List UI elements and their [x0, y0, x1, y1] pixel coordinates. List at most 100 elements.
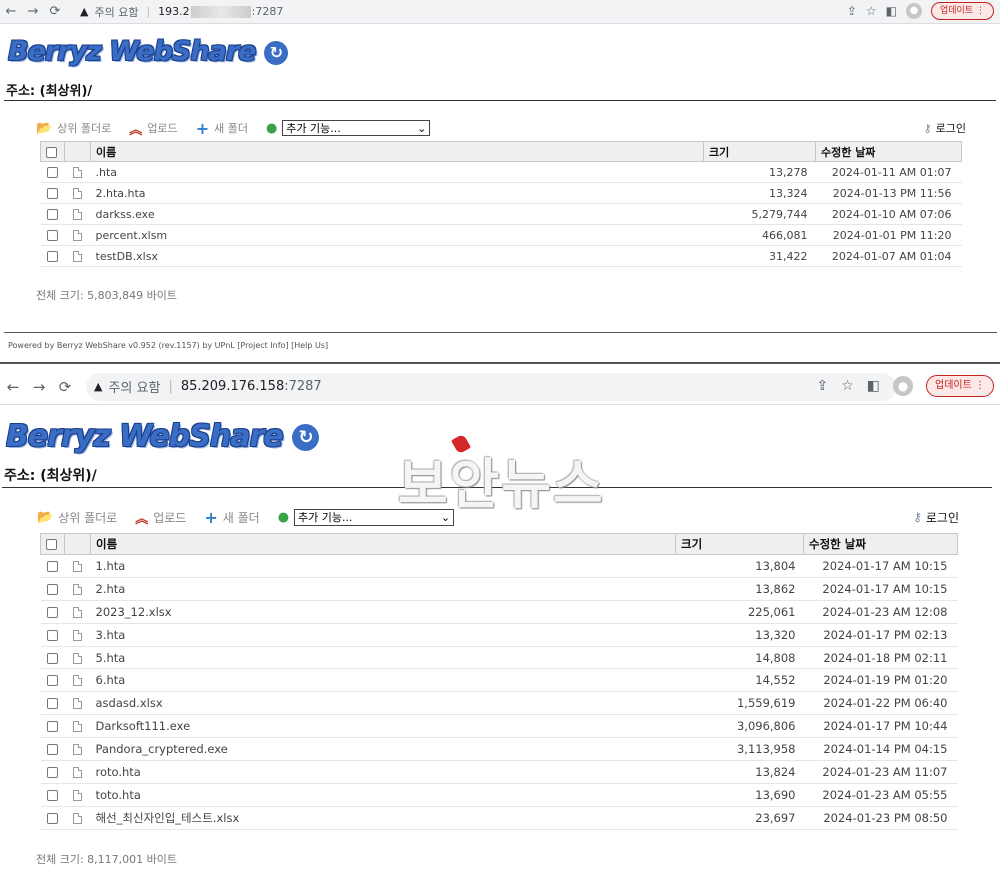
- upload-button[interactable]: ︽ 업로드: [129, 119, 177, 138]
- row-checkbox[interactable]: [47, 560, 58, 572]
- table-row[interactable]: .hta 13,278 2024-01-11 AM 01:07: [40, 161, 962, 183]
- new-folder-button[interactable]: + 새 폴더: [196, 119, 248, 138]
- warning-triangle-icon[interactable]: ▲: [80, 5, 88, 18]
- table-row[interactable]: 6.hta 14,552 2024-01-19 PM 01:20: [40, 668, 958, 693]
- file-icon-cell: [64, 714, 91, 739]
- row-checkbox[interactable]: [47, 606, 58, 618]
- row-checkbox[interactable]: [47, 789, 58, 801]
- file-name[interactable]: 1.hta: [90, 554, 676, 578]
- table-row[interactable]: 5.hta 14,808 2024-01-18 PM 02:11: [40, 646, 958, 670]
- select-all-checkbox[interactable]: [46, 539, 57, 550]
- name-column-header[interactable]: 이름: [90, 141, 704, 162]
- date-column-header[interactable]: 수정한 날짜: [815, 141, 962, 162]
- file-name[interactable]: 2.hta: [90, 577, 676, 601]
- table-row[interactable]: Darksoft111.exe 3,096,806 2024-01-17 PM 10…: [40, 714, 958, 739]
- side-panel-icon[interactable]: ◧: [867, 378, 880, 394]
- file-name[interactable]: Darksoft111.exe: [90, 714, 676, 739]
- row-checkbox[interactable]: [47, 188, 58, 199]
- size-column-header[interactable]: 크기: [675, 533, 804, 555]
- row-checkbox[interactable]: [47, 167, 58, 178]
- file-name[interactable]: 2.hta.hta: [90, 182, 704, 204]
- file-name[interactable]: 3.hta: [90, 623, 676, 647]
- reload-button[interactable]: ⟳: [44, 4, 66, 19]
- table-row[interactable]: 해선_최신자인입_테스트.xlsx 23,697 2024-01-23 PM 08:…: [40, 806, 958, 830]
- parent-folder-button[interactable]: 📂 상위 폴더로: [37, 509, 117, 526]
- file-size: 13,804: [675, 554, 804, 578]
- update-button[interactable]: 업데이트 ⋮: [926, 375, 994, 397]
- row-checkbox[interactable]: [47, 652, 58, 664]
- file-name[interactable]: Pandora_cryptered.exe: [90, 737, 676, 762]
- warning-triangle-icon[interactable]: ▲: [94, 380, 102, 393]
- table-row[interactable]: toto.hta 13,690 2024-01-23 AM 05:55: [40, 783, 958, 807]
- address-bar[interactable]: ▲ 주의 요함 | 85.209.176.158 :7287: [86, 372, 896, 401]
- profile-avatar-icon[interactable]: ●: [906, 3, 922, 19]
- size-column-header[interactable]: 크기: [703, 141, 816, 162]
- login-button[interactable]: ⚷ 로그인: [913, 509, 959, 526]
- table-row[interactable]: 2.hta 13,862 2024-01-17 AM 10:15: [40, 577, 958, 601]
- row-checkbox[interactable]: [47, 230, 58, 241]
- file-name[interactable]: asdasd.xlsx: [90, 691, 676, 716]
- share-icon[interactable]: ⇪: [847, 4, 857, 18]
- share-icon[interactable]: ⇪: [816, 378, 828, 394]
- table-row[interactable]: 1.hta 13,804 2024-01-17 AM 10:15: [40, 554, 958, 578]
- bookmark-star-icon[interactable]: ☆: [866, 4, 877, 18]
- file-name[interactable]: 해선_최신자인입_테스트.xlsx: [90, 806, 676, 830]
- more-features-select[interactable]: 추가 기능... ⌄: [282, 120, 431, 136]
- table-row[interactable]: percent.xlsm 466,081 2024-01-01 PM 11:20: [40, 224, 962, 246]
- folder-up-icon: 📂: [36, 120, 53, 136]
- file-name[interactable]: darkss.exe: [90, 203, 704, 225]
- back-button[interactable]: ←: [0, 4, 22, 19]
- date-column-header[interactable]: 수정한 날짜: [803, 533, 958, 555]
- footer-divider: [4, 332, 997, 333]
- table-row[interactable]: 3.hta 13,320 2024-01-17 PM 02:13: [40, 623, 958, 647]
- address-bar[interactable]: ▲ 주의 요함 | 193.2 :7287: [74, 1, 874, 22]
- forward-button[interactable]: →: [22, 4, 44, 19]
- file-name[interactable]: .hta: [90, 161, 704, 183]
- row-checkbox[interactable]: [47, 744, 58, 756]
- file-name[interactable]: 5.hta: [90, 646, 676, 670]
- table-row[interactable]: 2.hta.hta 13,324 2024-01-13 PM 11:56: [40, 182, 962, 204]
- row-checkbox[interactable]: [47, 629, 58, 641]
- row-checkbox[interactable]: [47, 675, 58, 687]
- back-button[interactable]: ←: [0, 378, 26, 396]
- file-icon: [73, 812, 82, 824]
- table-row[interactable]: asdasd.xlsx 1,559,619 2024-01-22 PM 06:40: [40, 691, 958, 716]
- file-size: 5,279,744: [703, 203, 816, 225]
- new-folder-button[interactable]: + 새 폴더: [204, 508, 259, 527]
- table-row[interactable]: roto.hta 13,824 2024-01-23 AM 11:07: [40, 760, 958, 784]
- row-checkbox[interactable]: [47, 812, 58, 824]
- side-panel-icon[interactable]: ◧: [886, 4, 897, 18]
- row-checkbox[interactable]: [47, 721, 58, 733]
- name-column-header[interactable]: 이름: [90, 533, 676, 555]
- login-button[interactable]: ⚷ 로그인: [924, 120, 966, 136]
- profile-avatar-icon[interactable]: ●: [893, 376, 913, 396]
- upload-button[interactable]: ︽ 업로드: [135, 508, 186, 527]
- row-checkbox[interactable]: [47, 209, 58, 220]
- file-name[interactable]: 2023_12.xlsx: [90, 600, 676, 624]
- row-checkbox[interactable]: [47, 766, 58, 778]
- row-checkbox[interactable]: [47, 698, 58, 710]
- select-all-checkbox[interactable]: [46, 146, 57, 158]
- file-name[interactable]: percent.xlsm: [90, 224, 704, 246]
- table-row[interactable]: 2023_12.xlsx 225,061 2024-01-23 AM 12:08: [40, 600, 958, 624]
- file-modified-date: 2024-01-01 PM 11:20: [815, 224, 962, 246]
- row-checkbox[interactable]: [47, 583, 58, 595]
- logo-swirl-icon: ↻: [292, 424, 320, 451]
- file-name[interactable]: roto.hta: [90, 760, 676, 784]
- row-checkbox[interactable]: [47, 251, 58, 262]
- parent-folder-button[interactable]: 📂 상위 폴더로: [36, 120, 111, 136]
- file-name[interactable]: testDB.xlsx: [90, 245, 704, 267]
- table-row[interactable]: testDB.xlsx 31,422 2024-01-07 AM 01:04: [40, 245, 962, 267]
- berryz-logo[interactable]: Berryz WebShare ↻: [6, 419, 320, 454]
- reload-button[interactable]: ⟳: [52, 378, 78, 396]
- update-button[interactable]: 업데이트 ⋮: [931, 2, 994, 20]
- table-row[interactable]: darkss.exe 5,279,744 2024-01-10 AM 07:06: [40, 203, 962, 225]
- forward-button[interactable]: →: [26, 378, 52, 396]
- bookmark-star-icon[interactable]: ☆: [841, 378, 854, 394]
- berryz-logo[interactable]: Berryz WebShare ↻: [8, 36, 288, 67]
- table-row[interactable]: Pandora_cryptered.exe 3,113,958 2024-01-14…: [40, 737, 958, 762]
- file-size: 14,808: [675, 646, 804, 670]
- file-size: 3,113,958: [675, 737, 804, 762]
- file-name[interactable]: 6.hta: [90, 668, 676, 693]
- file-name[interactable]: toto.hta: [90, 783, 676, 807]
